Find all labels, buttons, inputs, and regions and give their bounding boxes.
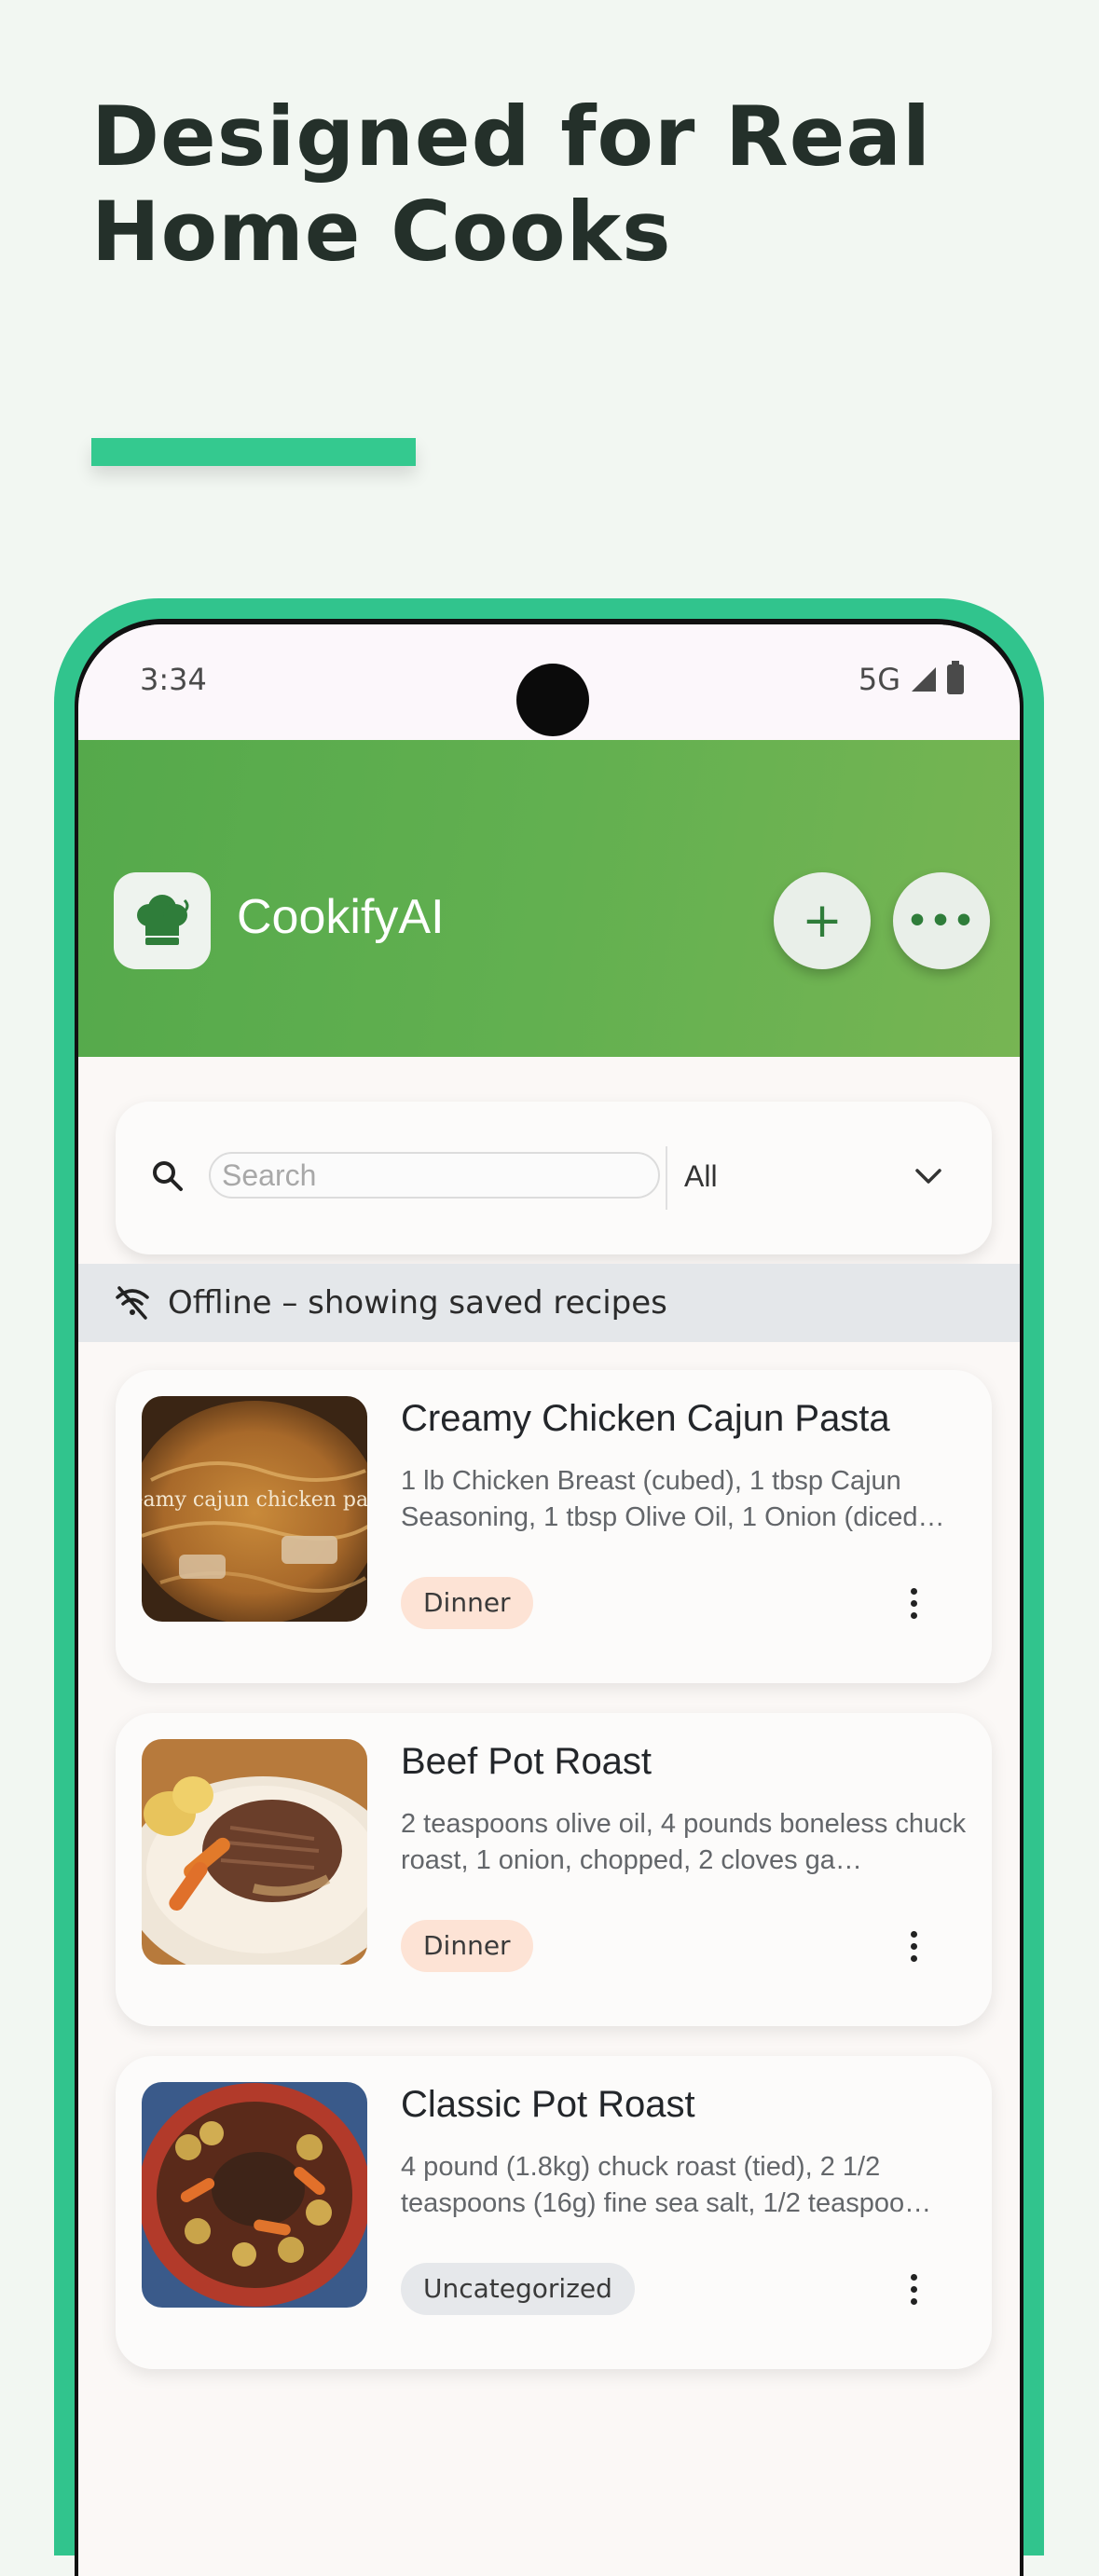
offline-message: Offline – showing saved recipes (168, 1284, 667, 1322)
search-card: All (116, 1102, 992, 1254)
signal-icon (912, 667, 936, 692)
search-icon (153, 1161, 183, 1191)
more-options-button[interactable]: ••• (893, 872, 990, 969)
recipe-ingredients: 1 lb Chicken Breast (cubed), 1 tbsp Caju… (401, 1466, 945, 1532)
recipe-image-caption: creamy cajun chicken pasta (142, 1488, 367, 1512)
app-bar: CookifyAI + ••• (78, 740, 1020, 1057)
more-vertical-icon[interactable] (895, 1579, 932, 1627)
category-tag: Uncategorized (401, 2263, 635, 2315)
chevron-down-icon[interactable] (910, 1158, 947, 1195)
recipe-image: creamy cajun chicken pasta (142, 1396, 367, 1622)
recipe-card[interactable]: creamy cajun chicken pasta Creamy Chicke… (116, 1370, 992, 1683)
phone-screen: 3:34 5G CookifyAI + ••• Search All Offli… (78, 624, 1020, 2576)
add-recipe-button[interactable]: + (774, 872, 871, 969)
battery-icon (947, 661, 964, 694)
chef-hat-icon (114, 872, 211, 969)
headline-line-2: Home Cooks (91, 184, 672, 280)
recipe-title: Creamy Chicken Cajun Pasta (401, 1398, 890, 1439)
app-title: CookifyAI (237, 890, 445, 944)
recipe-title: Beef Pot Roast (401, 1741, 653, 1782)
recipe-ingredients: 2 teaspoons olive oil, 4 pounds boneless… (401, 1809, 967, 1875)
promo-headline: Designed for Real Home Cooks (91, 89, 1023, 280)
recipe-image (142, 2082, 367, 2308)
offline-banner: Offline – showing saved recipes (78, 1264, 1020, 1342)
search-divider (666, 1146, 667, 1210)
more-vertical-icon[interactable] (895, 1922, 932, 1970)
camera-cutout (516, 664, 589, 736)
category-filter-value[interactable]: All (684, 1159, 718, 1194)
plus-icon: + (802, 893, 843, 949)
category-tag: Dinner (401, 1920, 533, 1972)
status-time: 3:34 (140, 662, 207, 697)
recipe-card[interactable]: Beef Pot Roast 2 teaspoons olive oil, 4 … (116, 1713, 992, 2026)
more-horizontal-icon: ••• (906, 901, 977, 940)
search-input[interactable] (209, 1152, 660, 1199)
headline-line-1: Designed for Real (91, 89, 931, 185)
status-bar: 3:34 5G (78, 624, 1020, 740)
phone-frame: 3:34 5G CookifyAI + ••• Search All Offli… (54, 598, 1044, 2576)
wifi-off-icon (116, 1286, 149, 1320)
recipe-ingredients: 4 pound (1.8kg) chuck roast (tied), 2 1/… (401, 2152, 932, 2218)
category-tag: Dinner (401, 1577, 533, 1629)
recipe-card[interactable]: Classic Pot Roast 4 pound (1.8kg) chuck … (116, 2056, 992, 2369)
recipe-title: Classic Pot Roast (401, 2084, 695, 2125)
network-label: 5G (858, 662, 900, 697)
accent-bar (91, 438, 416, 466)
more-vertical-icon[interactable] (895, 2265, 932, 2313)
recipe-image (142, 1739, 367, 1965)
